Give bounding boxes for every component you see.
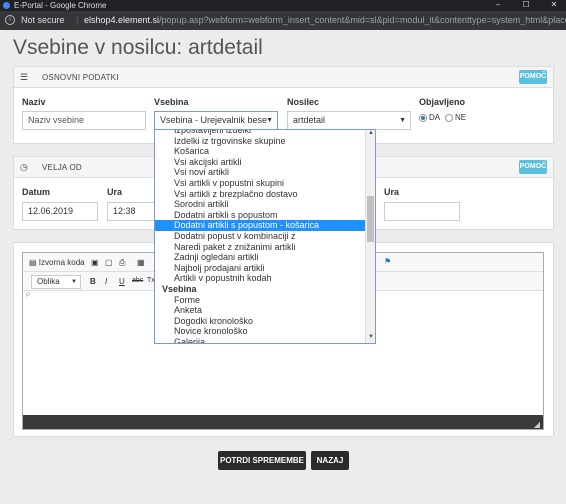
dropdown-option[interactable]: Artikli v popustnih kodah <box>155 273 366 284</box>
dropdown-option[interactable]: Vsi artikli v popustni skupini <box>155 178 366 189</box>
scroll-down-icon[interactable]: ▼ <box>366 334 375 343</box>
address-host: elshop4.element.si <box>84 15 160 25</box>
source-label: Izvorna koda <box>38 258 85 267</box>
window-titlebar: E-Portal - Google Chrome – ☐ ✕ <box>0 0 566 11</box>
dropdown-option[interactable]: Vsi artikli z brezplačno dostavo <box>155 189 366 200</box>
dropdown-option[interactable]: Vsi akcijski artikli <box>155 157 366 168</box>
datum-label: Datum <box>22 187 51 197</box>
page-title: Vsebine v nosilcu: artdetail <box>13 36 263 59</box>
radio-da[interactable]: DA <box>419 113 440 122</box>
ura2-label: Ura <box>384 187 400 197</box>
dropdown-option[interactable]: Zadnji ogledani artikli <box>155 252 366 263</box>
dropdown-scrollbar[interactable]: ▲ ▼ <box>365 130 375 343</box>
dropdown-option[interactable]: Izpostavljeni izdelki <box>155 130 366 136</box>
editor-footer: ◢ <box>23 415 543 429</box>
radio-da-label: DA <box>429 113 441 122</box>
editor-path-tag: P <box>26 293 31 299</box>
vsebina-dropdown-list[interactable]: Izpostavljeni izdelki Izdelki iz trgovins… <box>154 129 376 344</box>
naziv-label: Naziv <box>22 97 46 107</box>
chrome-icon <box>3 2 10 9</box>
dropdown-option[interactable]: Najbolj prodajani artikli <box>155 263 366 274</box>
radio-da-dot[interactable] <box>419 113 427 122</box>
window-title: E-Portal - Google Chrome <box>14 1 107 10</box>
maximize-button[interactable]: ☐ <box>516 0 536 11</box>
format-select[interactable]: Oblika ▼ <box>31 275 81 289</box>
clock-icon: ◷ <box>20 162 28 172</box>
scroll-up-icon[interactable]: ▲ <box>366 130 375 139</box>
dropdown-option[interactable]: Novice kronološko <box>155 326 366 337</box>
vsebina-label: Vsebina <box>154 97 189 107</box>
dropdown-option[interactable]: Dodatni artikli s popustom - košarica <box>155 220 366 231</box>
dropdown-option[interactable]: Vsi novi artikli <box>155 167 366 178</box>
vsebina-select-value: Vsebina - Urejevalnik bese <box>160 115 268 125</box>
address-bar[interactable]: i Not secure | elshop4.element.si/popup.… <box>0 11 566 30</box>
template-icon[interactable]: ▦ <box>137 258 145 267</box>
ura2-input[interactable] <box>384 202 460 221</box>
dropdown-optgroup: Vsebina <box>162 283 197 294</box>
nosilec-label: Nosilec <box>287 97 320 107</box>
help-button[interactable]: POMOČ <box>519 70 547 84</box>
help-button[interactable]: POMOČ <box>519 160 547 174</box>
nosilec-select[interactable]: artdetail ▼ <box>287 111 411 130</box>
close-button[interactable]: ✕ <box>544 0 564 11</box>
dropdown-option[interactable]: Dogodki kronološko <box>155 316 366 327</box>
dropdown-option[interactable]: Dodatni popust v kombinaciji z <box>155 231 366 242</box>
dropdown-option[interactable]: Košarica <box>155 146 366 157</box>
naziv-input[interactable]: Naziv vsebine <box>22 111 146 130</box>
bold-button[interactable]: B <box>90 277 96 286</box>
dropdown-option[interactable]: Anketa <box>155 305 366 316</box>
confirm-changes-button[interactable]: POTRDI SPREMEMBE <box>218 451 306 470</box>
format-select-value: Oblika <box>37 277 60 286</box>
anchor-flag-icon[interactable]: ⚑ <box>384 257 391 266</box>
dropdown-option[interactable]: Naredi paket z znižanimi artikli <box>155 242 366 253</box>
dropdown-option[interactable]: Izdelki iz trgovinske skupine <box>155 136 366 147</box>
scrollbar-thumb[interactable] <box>367 196 374 242</box>
address-url[interactable]: elshop4.element.si/popup.asp?webform=web… <box>84 15 566 25</box>
ura-label: Ura <box>107 187 123 197</box>
radio-ne-dot[interactable] <box>445 113 453 122</box>
radio-ne[interactable]: NE <box>445 113 466 122</box>
chevron-down-icon: ▼ <box>71 279 77 285</box>
chevron-down-icon: ▼ <box>266 117 273 124</box>
nosilec-select-value: artdetail <box>293 115 326 125</box>
underline-button[interactable]: U <box>119 277 125 286</box>
datum-input[interactable]: 12.06.2019 <box>22 202 98 221</box>
ura-input[interactable]: 12:38 <box>107 202 157 221</box>
radio-ne-label: NE <box>455 113 467 122</box>
chevron-down-icon: ▼ <box>399 117 406 124</box>
source-code-button[interactable]: ▤ Izvorna koda <box>29 258 85 267</box>
dropdown-option[interactable]: Forme <box>155 295 366 306</box>
preview-icon[interactable]: ⎙ <box>119 258 125 268</box>
dropdown-options: Izpostavljeni izdelki Izdelki iz trgovins… <box>155 130 366 343</box>
objavljeno-label: Objavljeno <box>419 97 466 107</box>
list-icon: ☰ <box>20 72 29 82</box>
save-icon[interactable]: ▣ <box>91 258 99 267</box>
basic-data-header: ☰ OSNOVNI PODATKI POMOČ <box>14 67 553 88</box>
basic-data-heading: OSNOVNI PODATKI <box>42 73 119 82</box>
dropdown-option[interactable]: Dodatni artikli s popustom <box>155 210 366 221</box>
address-separator: | <box>76 15 79 25</box>
strike-button[interactable]: abc <box>132 277 143 284</box>
minimize-button[interactable]: – <box>488 0 508 11</box>
dropdown-option[interactable]: Galerija <box>155 337 366 343</box>
dropdown-option[interactable]: Sorodni artikli <box>155 199 366 210</box>
new-page-icon[interactable]: ▢ <box>105 258 113 267</box>
address-path: /popup.asp?webform=webform_insert_conten… <box>159 15 566 25</box>
validity-heading: VELJA OD <box>42 163 82 172</box>
info-icon[interactable]: i <box>5 15 15 25</box>
security-label: Not secure <box>21 15 65 25</box>
vsebina-select[interactable]: Vsebina - Urejevalnik bese ▼ <box>154 111 278 130</box>
back-button[interactable]: NAZAJ <box>311 451 349 470</box>
italic-button[interactable]: I <box>105 277 107 286</box>
resize-handle-icon[interactable]: ◢ <box>534 420 540 429</box>
source-icon: ▤ <box>29 258 37 267</box>
